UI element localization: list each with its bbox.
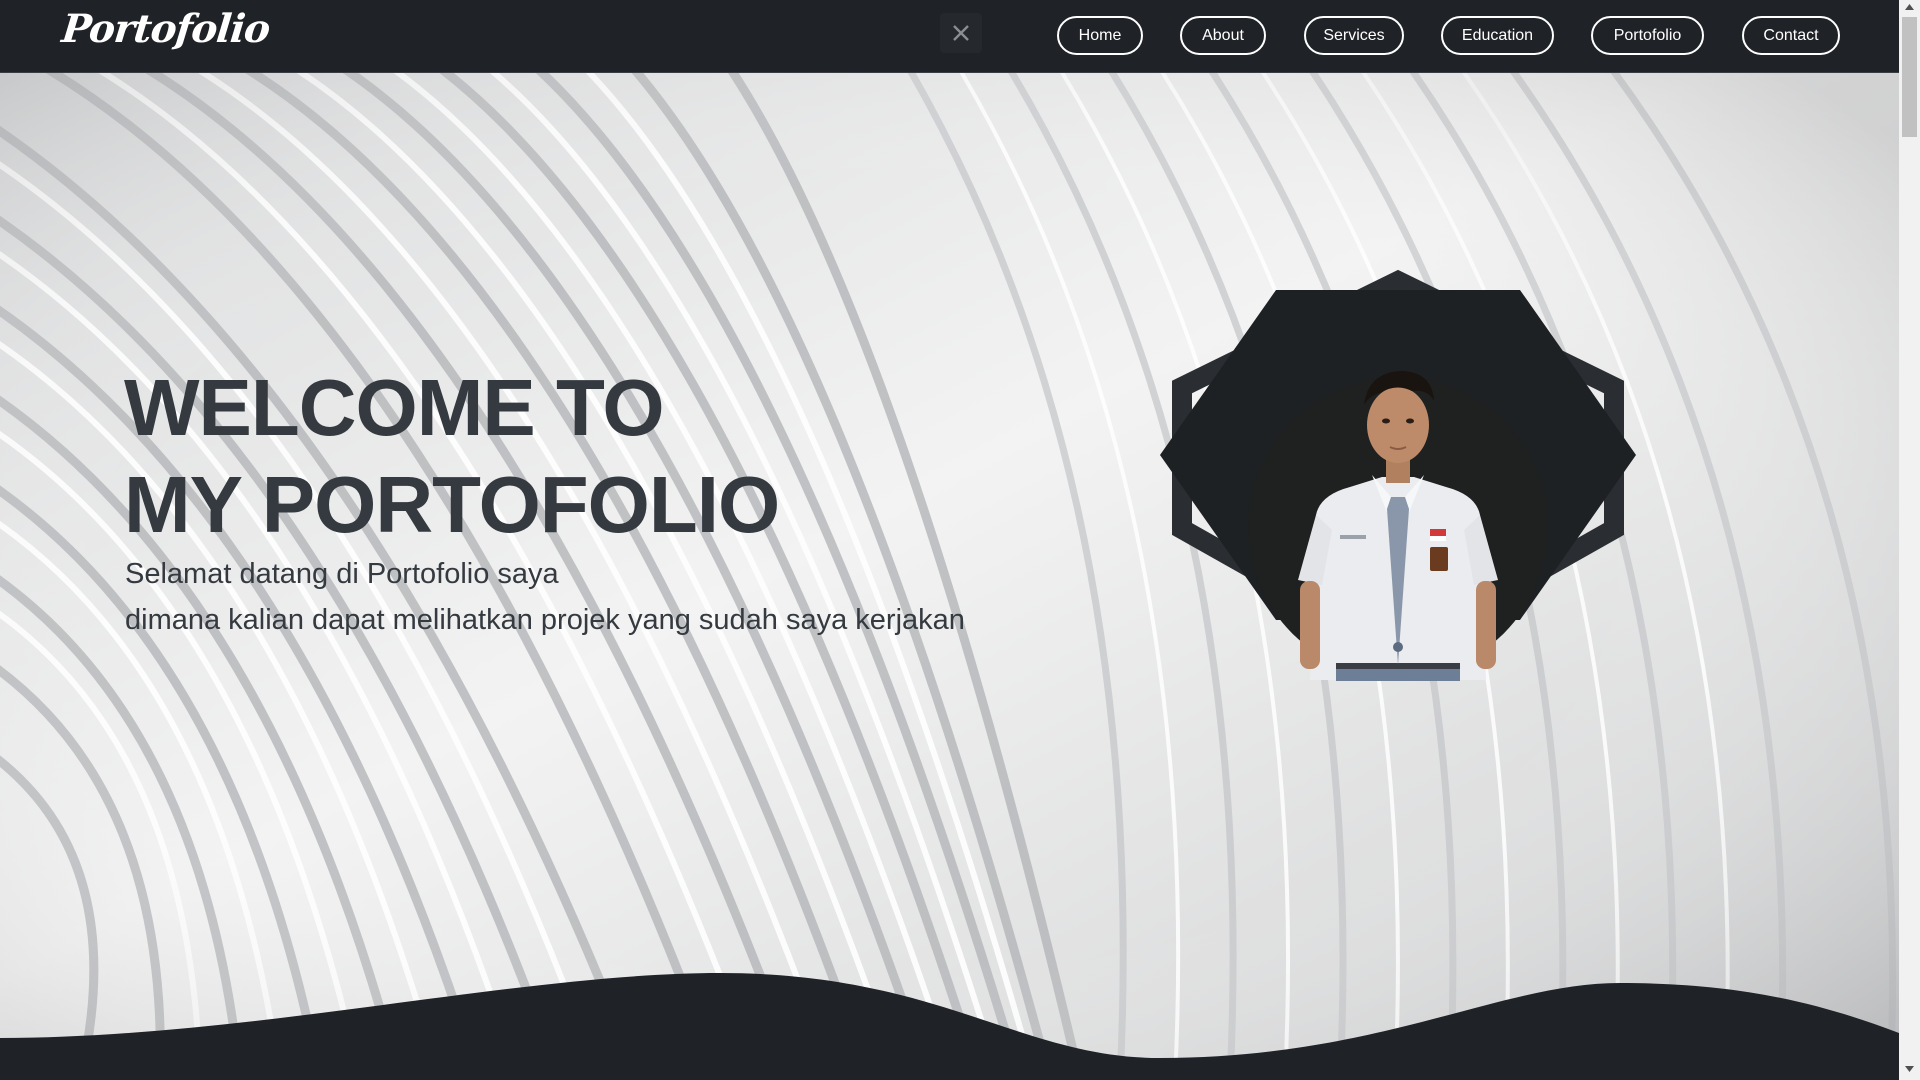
hero-bottom-wave [0, 973, 1899, 1080]
hero-subtitle-line-2: dimana kalian dapat melihatkan projek ya… [125, 604, 965, 636]
hero-title: WELCOME TO MY PORTOFOLIO [124, 359, 780, 553]
close-button[interactable] [940, 13, 982, 53]
nav-home-button[interactable]: Home [1057, 16, 1143, 55]
brand-logo[interactable]: Portofolio [60, 6, 272, 52]
profile-photo-frame [1160, 269, 1636, 681]
hero-title-line-1: WELCOME TO [124, 363, 665, 452]
scroll-up-arrow-icon[interactable] [1905, 4, 1914, 10]
nav-services-button[interactable]: Services [1304, 16, 1404, 55]
close-icon [953, 25, 969, 41]
nav-portofolio-button[interactable]: Portofolio [1591, 16, 1704, 55]
page-scrollbar[interactable] [1899, 0, 1920, 1080]
hero-subtitle-line-1: Selamat datang di Portofolio saya [125, 558, 559, 590]
hero-title-line-2: MY PORTOFOLIO [124, 460, 780, 549]
hero-section: WELCOME TO MY PORTOFOLIO Selamat datang … [0, 73, 1899, 1080]
nav-about-button[interactable]: About [1180, 16, 1266, 55]
nav-education-button[interactable]: Education [1441, 16, 1554, 55]
scrollbar-thumb[interactable] [1902, 17, 1917, 137]
navbar: Portofolio Home About Services Education… [0, 0, 1899, 73]
nav-contact-button[interactable]: Contact [1742, 16, 1840, 55]
scroll-down-arrow-icon[interactable] [1905, 1066, 1914, 1072]
hero-subtitle: Selamat datang di Portofolio saya dimana… [125, 551, 965, 643]
